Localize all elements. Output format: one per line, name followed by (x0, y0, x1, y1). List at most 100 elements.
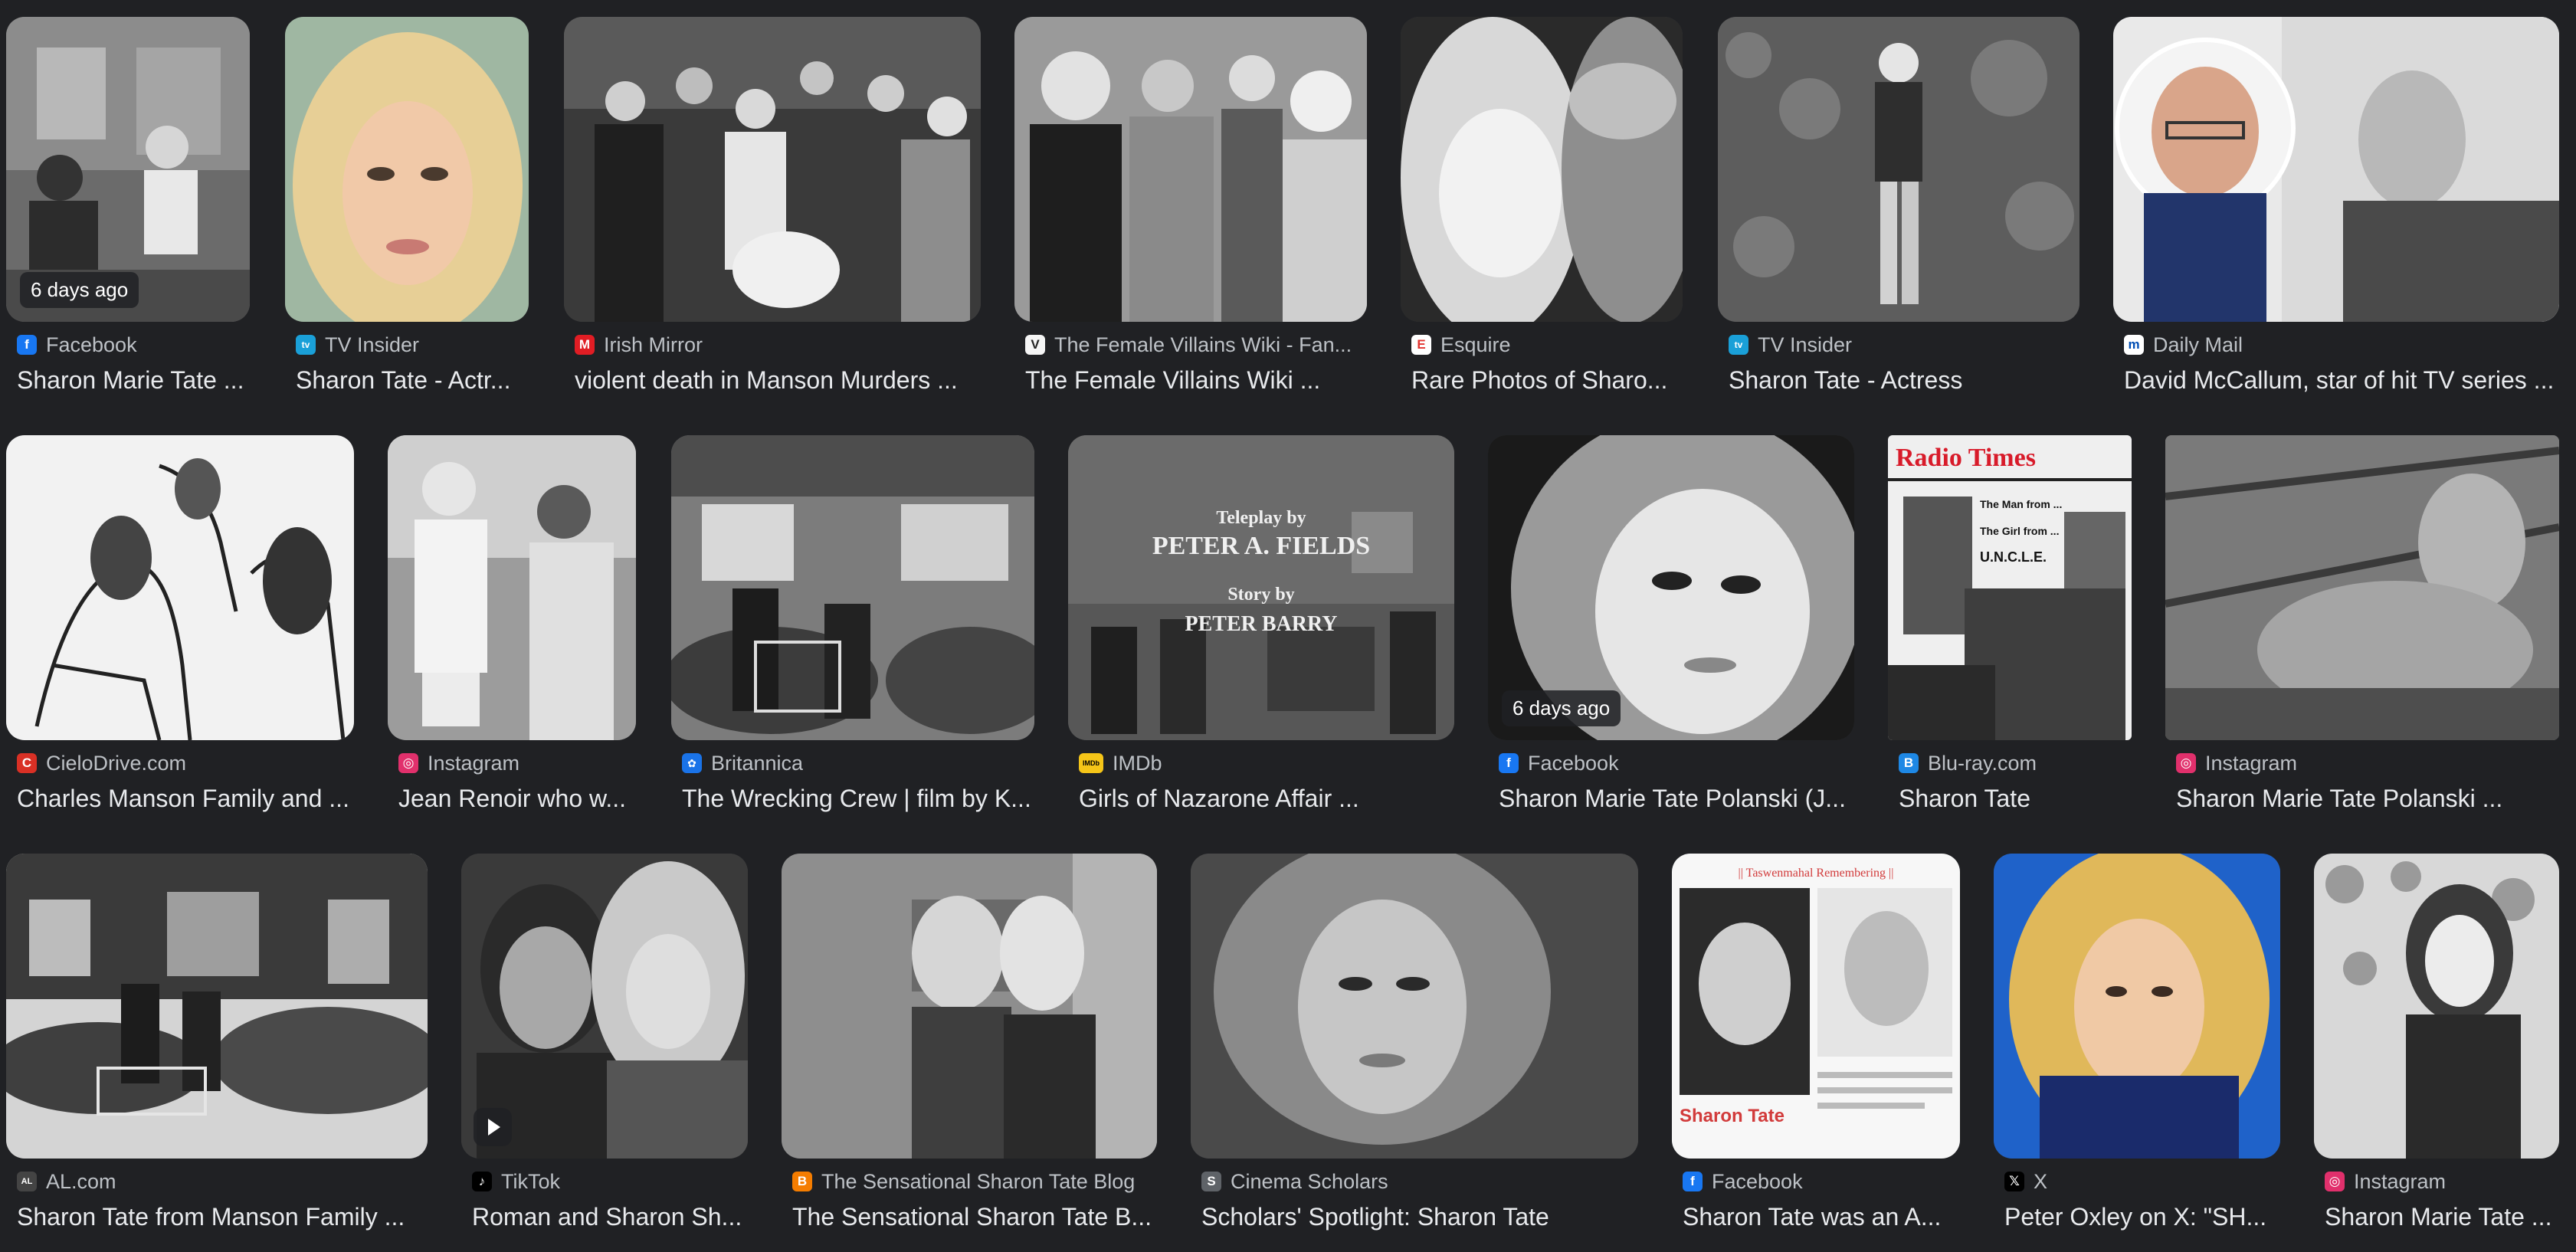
result-thumbnail[interactable]: 6 days ago (6, 17, 250, 322)
source-name: IMDb (1113, 751, 1162, 775)
image-results-grid: 6 days ago f Facebook Sharon Marie Tate .… (0, 0, 2576, 1252)
radio-times-line: The Girl from ... (1980, 525, 2059, 537)
result-title[interactable]: Scholars' Spotlight: Sharon Tate (1201, 1203, 1549, 1234)
source-line[interactable]: tv TV Insider (296, 333, 419, 357)
tv-insider-icon: tv (296, 335, 316, 355)
source-line[interactable]: B Blu-ray.com (1899, 751, 2037, 775)
result-title[interactable]: Peter Oxley on X: "SH... (2004, 1203, 2266, 1234)
result-thumbnail[interactable] (1401, 17, 1683, 322)
result-title[interactable]: Sharon Tate - Actress (1729, 366, 1962, 397)
result-title[interactable]: Sharon Tate (1899, 785, 2030, 815)
blogger-icon: B (792, 1172, 812, 1191)
source-line[interactable]: ◎ Instagram (398, 751, 519, 775)
result-title[interactable]: The Female Villains Wiki ... (1025, 366, 1320, 397)
cielodrive-icon: C (17, 753, 37, 773)
teleplay-credit: Teleplay by (1216, 508, 1306, 528)
result-thumbnail[interactable] (6, 854, 428, 1159)
blog-header-text: || Taswenmahal Remembering || (1739, 867, 1894, 880)
result-title[interactable]: Sharon Tate - Actr... (296, 366, 510, 397)
source-line[interactable]: ◎ Instagram (2176, 751, 2297, 775)
result-thumbnail[interactable] (388, 435, 636, 740)
source-line[interactable]: C CieloDrive.com (17, 751, 186, 775)
results-row-2: C CieloDrive.com Charles Manson Family an… (0, 435, 2576, 834)
result-title[interactable]: Sharon Tate from Manson Family ... (17, 1203, 405, 1234)
source-line[interactable]: ◎ Instagram (2325, 1169, 2446, 1194)
source-line[interactable]: f Facebook (17, 333, 137, 357)
source-name: Instagram (2205, 751, 2298, 775)
source-line[interactable]: m Daily Mail (2124, 333, 2243, 357)
result-thumbnail[interactable] (461, 854, 748, 1159)
result-thumbnail[interactable] (671, 435, 1034, 740)
result-thumbnail[interactable]: || Taswenmahal Remembering || Sharon Tate (1672, 854, 1960, 1159)
source-name: Facebook (1712, 1169, 1803, 1193)
source-name: Facebook (1528, 751, 1619, 775)
result-thumbnail[interactable] (1994, 854, 2280, 1159)
source-line[interactable]: B The Sensational Sharon Tate Blog (792, 1169, 1135, 1194)
britannica-icon: ✿ (682, 753, 702, 773)
source-line[interactable]: S Cinema Scholars (1201, 1169, 1388, 1194)
result-title[interactable]: violent death in Manson Murders ... (575, 366, 958, 397)
result-thumbnail[interactable]: 6 days ago (1488, 435, 1854, 740)
result-thumbnail[interactable] (285, 17, 529, 322)
story-credit: Story by (1227, 585, 1294, 605)
source-name: TikTok (501, 1169, 561, 1193)
source-line[interactable]: V The Female Villains Wiki - Fan... (1025, 333, 1352, 357)
result-thumbnail[interactable] (1191, 854, 1638, 1159)
result-thumbnail[interactable] (564, 17, 981, 322)
source-line[interactable]: 𝕏X (2004, 1169, 2047, 1194)
recency-badge: 6 days ago (20, 272, 139, 308)
fandom-icon: V (1025, 335, 1045, 355)
result-thumbnail[interactable]: Teleplay by PETER A. FIELDS Story by PETER … (1068, 435, 1454, 740)
source-name: TV Insider (1758, 333, 1853, 356)
radio-times-line: U.N.C.L.E. (1980, 549, 2047, 565)
result-title[interactable]: Sharon Tate was an A... (1683, 1203, 1941, 1234)
irish-mirror-icon: M (575, 335, 595, 355)
result-thumbnail[interactable] (2113, 17, 2559, 322)
esquire-icon: E (1411, 335, 1431, 355)
source-line[interactable]: ♪ TikTok (472, 1169, 560, 1194)
source-name: Instagram (2354, 1169, 2447, 1193)
source-name: The Female Villains Wiki - Fan... (1054, 333, 1352, 356)
instagram-icon: ◎ (398, 753, 418, 773)
source-line[interactable]: AL AL.com (17, 1169, 116, 1194)
source-line[interactable]: M Irish Mirror (575, 333, 703, 357)
result-thumbnail[interactable] (2314, 854, 2559, 1159)
result-title[interactable]: The Sensational Sharon Tate B... (792, 1203, 1152, 1234)
result-thumbnail[interactable] (1718, 17, 2079, 322)
result-title[interactable]: Sharon Marie Tate Polanski (J... (1499, 785, 1846, 815)
result-title[interactable]: David McCallum, star of hit TV series ..… (2124, 366, 2554, 397)
result-thumbnail[interactable] (2165, 435, 2559, 740)
source-name: Irish Mirror (604, 333, 703, 356)
facebook-icon: f (1683, 1172, 1703, 1191)
teleplay-name: PETER A. FIELDS (1152, 532, 1370, 560)
results-row-1: 6 days ago f Facebook Sharon Marie Tate .… (0, 17, 2576, 415)
result-thumbnail[interactable] (6, 435, 354, 740)
result-title[interactable]: The Wrecking Crew | film by K... (682, 785, 1031, 815)
result-title[interactable]: Charles Manson Family and ... (17, 785, 349, 815)
source-line[interactable]: E Esquire (1411, 333, 1511, 357)
source-line[interactable]: f Facebook (1683, 1169, 1803, 1194)
radio-times-line: The Man from ... (1980, 498, 2062, 510)
result-thumbnail[interactable] (782, 854, 1157, 1159)
source-line[interactable]: IMDb IMDb (1079, 751, 1162, 775)
play-icon[interactable] (474, 1108, 512, 1146)
source-line[interactable]: ✿ Britannica (682, 751, 803, 775)
imdb-icon: IMDb (1079, 753, 1103, 773)
result-thumbnail[interactable] (1014, 17, 1367, 322)
result-title[interactable]: Girls of Nazarone Affair ... (1079, 785, 1359, 815)
result-title[interactable]: Rare Photos of Sharo... (1411, 366, 1667, 397)
tiktok-icon: ♪ (472, 1172, 492, 1191)
result-title[interactable]: Roman and Sharon Sh... (472, 1203, 742, 1234)
facebook-icon: f (1499, 753, 1519, 773)
source-name: Facebook (46, 333, 137, 356)
blog-name-text: Sharon Tate (1680, 1106, 1785, 1126)
result-title[interactable]: Jean Renoir who w... (398, 785, 626, 815)
source-line[interactable]: tv TV Insider (1729, 333, 1852, 357)
result-thumbnail[interactable]: Radio Times The Man from ... The Girl from… (1888, 435, 2132, 740)
al-com-icon: AL (17, 1172, 37, 1191)
result-title[interactable]: Sharon Marie Tate Polanski ... (2176, 785, 2502, 815)
result-title[interactable]: Sharon Marie Tate ... (17, 366, 244, 397)
result-title[interactable]: Sharon Marie Tate ... (2325, 1203, 2551, 1234)
source-line[interactable]: f Facebook (1499, 751, 1619, 775)
cinema-scholars-icon: S (1201, 1172, 1221, 1191)
